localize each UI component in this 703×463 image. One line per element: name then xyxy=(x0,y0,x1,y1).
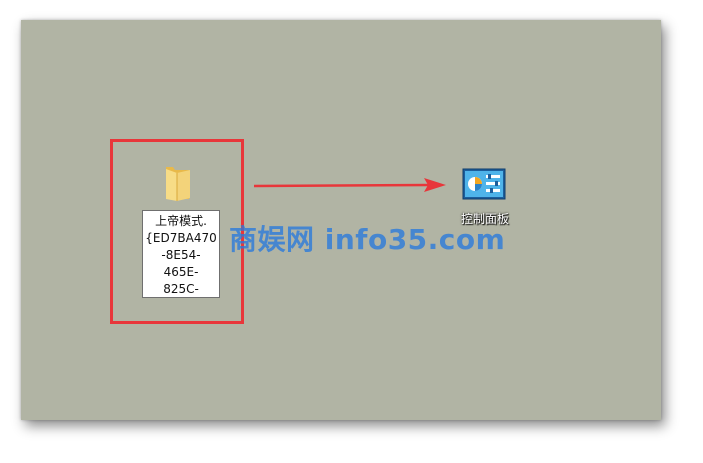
control-panel-graphic xyxy=(462,168,506,200)
rename-line: 上帝模式. xyxy=(155,214,207,228)
arrow-right-icon xyxy=(254,178,446,192)
rename-line: 825C- xyxy=(163,282,199,296)
rename-line: {ED7BA470 xyxy=(145,231,217,245)
folder-icon[interactable] xyxy=(163,163,193,203)
rename-line: -8E54- xyxy=(161,248,201,262)
folder-rename-field[interactable]: 上帝模式. {ED7BA470 -8E54- 465E- 825C- xyxy=(142,210,220,298)
control-panel-icon[interactable] xyxy=(462,168,506,200)
rename-line: 465E- xyxy=(163,265,199,279)
screenshot-stage: 上帝模式. {ED7BA470 -8E54- 465E- 825C- 控制面板 … xyxy=(0,0,703,463)
control-panel-label[interactable]: 控制面板 xyxy=(452,212,518,226)
folder-graphic xyxy=(166,167,190,201)
